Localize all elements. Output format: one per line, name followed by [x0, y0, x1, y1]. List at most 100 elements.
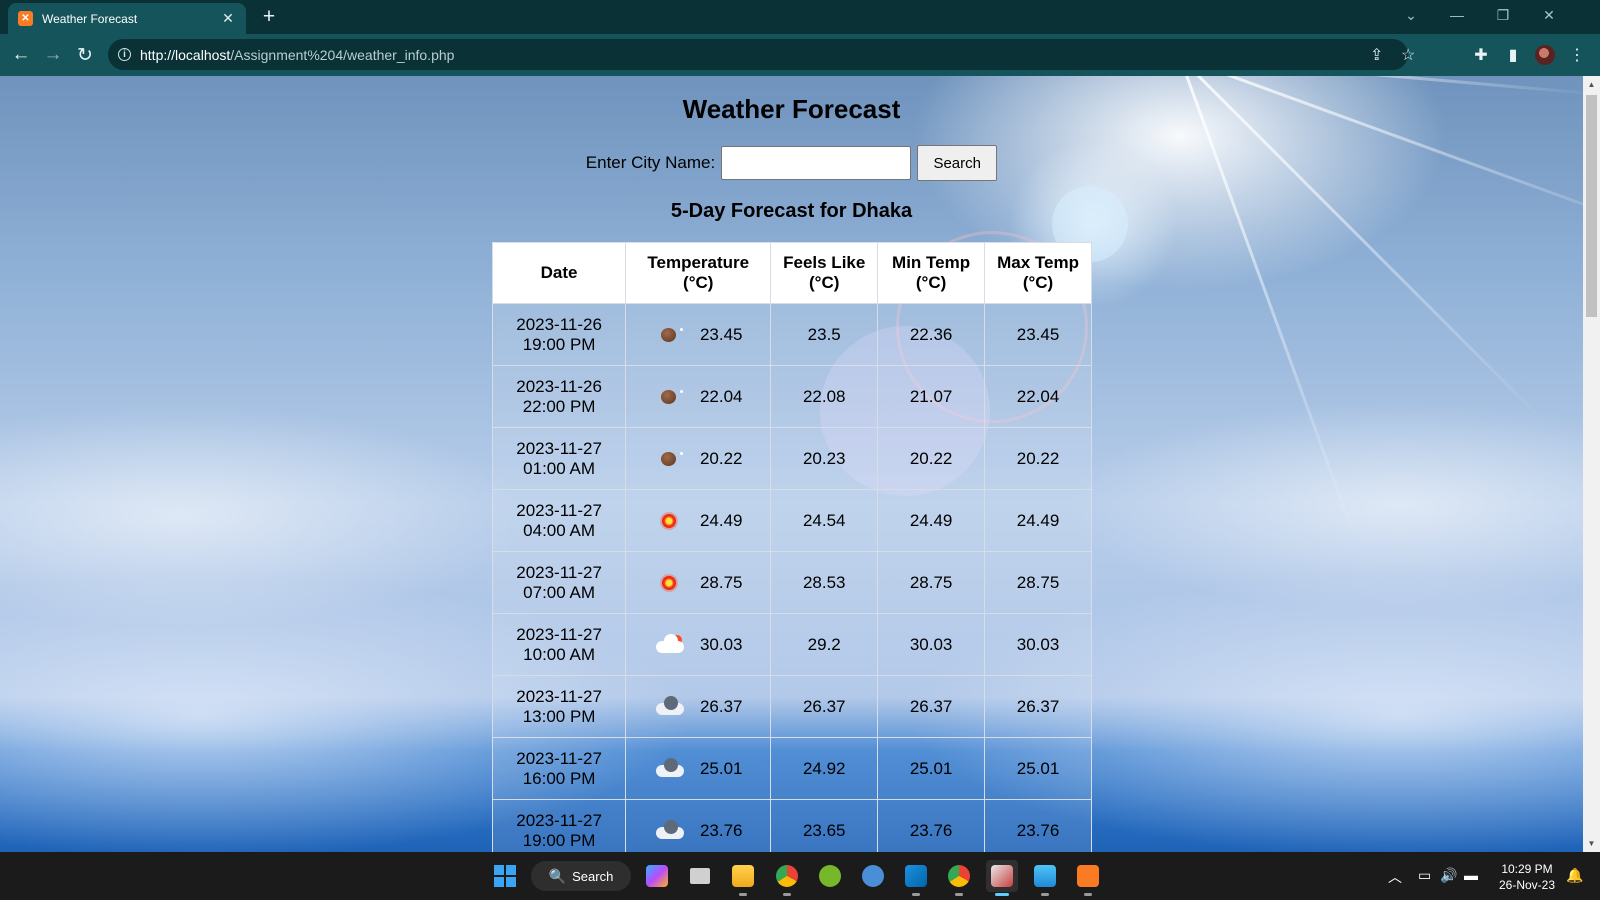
temperature-cell: 23.76 — [625, 799, 772, 852]
taskbar-app-vscode[interactable] — [900, 860, 932, 896]
new-tab-icon[interactable]: + — [256, 4, 282, 30]
temperature-cell: 26.37 — [625, 675, 772, 738]
windows-logo-icon — [494, 865, 516, 887]
date-cell: 2023-11-26 22:00 PM — [491, 365, 627, 428]
clouds-icon — [654, 757, 684, 780]
task-view-icon — [690, 868, 710, 884]
taskbar-search[interactable]: 🔍 Search — [531, 861, 631, 891]
table-row: 2023-11-27 07:00 AM 28.75 28.53 28.75 28.… — [491, 551, 1092, 614]
chrome-icon — [776, 865, 798, 887]
forward-arrow-icon[interactable]: → — [39, 41, 67, 69]
copilot-icon — [646, 865, 668, 887]
min-temp-cell: 20.22 — [877, 427, 986, 490]
table-row: 2023-11-26 22:00 PM 22.04 22.08 21.07 22.… — [491, 365, 1092, 428]
scroll-down-arrow-icon[interactable]: ▼ — [1583, 835, 1600, 852]
profile-avatar[interactable] — [1531, 41, 1559, 69]
reload-icon[interactable]: ↻ — [71, 41, 99, 69]
date-cell: 2023-11-27 04:00 AM — [491, 489, 627, 552]
min-temp-cell: 21.07 — [877, 365, 986, 428]
feels-like-cell: 24.92 — [770, 737, 879, 800]
feels-like-cell: 23.5 — [770, 303, 879, 366]
site-info-icon[interactable]: i — [118, 48, 131, 61]
taskbar-app-chrome-profile[interactable] — [943, 860, 975, 896]
city-name-input[interactable] — [721, 146, 912, 180]
taskbar-app-chrome[interactable] — [771, 860, 803, 896]
table-row: 2023-11-27 04:00 AM 24.49 24.54 24.49 24.… — [491, 489, 1092, 552]
cloud-sun-icon — [654, 633, 684, 656]
tab-search-chevron-icon[interactable]: ⌄ — [1388, 0, 1434, 30]
side-panel-icon[interactable]: ▮ — [1499, 41, 1527, 69]
taskbar-app-task-view[interactable] — [684, 860, 716, 892]
bookmark-star-icon[interactable]: ☆ — [1401, 45, 1415, 65]
taskbar-app-notepad[interactable] — [1029, 860, 1061, 896]
max-temp-cell: 23.45 — [984, 303, 1092, 366]
chrome-icon — [948, 865, 970, 887]
extensions-puzzle-icon[interactable]: ✚ — [1467, 41, 1495, 69]
temperature-cell: 20.22 — [625, 427, 772, 490]
table-row: 2023-11-27 19:00 PM 23.76 23.65 23.76 23.… — [491, 799, 1092, 852]
max-temp-cell: 30.03 — [984, 613, 1092, 676]
utorrent-icon — [819, 865, 841, 887]
max-temp-cell: 24.49 — [984, 489, 1092, 552]
battery-icon[interactable]: ▬ — [1464, 867, 1478, 883]
sun-ray — [1178, 76, 1549, 427]
temperature-cell: 24.49 — [625, 489, 772, 552]
taskbar-app-xampp[interactable] — [1072, 860, 1104, 896]
address-bar[interactable]: i http://localhost/Assignment%204/weathe… — [108, 39, 1415, 70]
search-form: Enter City Name: Search — [0, 145, 1583, 181]
moon-icon — [654, 386, 684, 408]
taskbar-app-copilot[interactable] — [641, 860, 673, 892]
notifications-bell-icon[interactable]: 🔔 — [1566, 867, 1583, 884]
minimize-icon[interactable]: — — [1434, 0, 1480, 30]
sun-icon — [654, 572, 684, 594]
show-hidden-icons-chevron-icon[interactable]: ︿ — [1388, 867, 1402, 887]
table-row: 2023-11-27 16:00 PM 25.01 24.92 25.01 25.… — [491, 737, 1092, 800]
temperature-cell: 23.45 — [625, 303, 772, 366]
forecast-table: Date Temperature (°C) Feels Like (°C) Min … — [491, 242, 1092, 852]
snipping-tool-icon — [991, 865, 1013, 887]
min-temp-cell: 25.01 — [877, 737, 986, 800]
tab-title: Weather Forecast — [42, 11, 138, 26]
max-temp-cell: 23.76 — [984, 799, 1092, 852]
tab-strip: ✕ Weather Forecast ✕ + ⌄ — ❐ ✕ — [0, 0, 1600, 34]
header-feels-like: Feels Like (°C) — [770, 242, 879, 304]
feels-like-cell: 20.23 — [770, 427, 879, 490]
restore-icon[interactable]: ❐ — [1480, 0, 1526, 30]
share-icon[interactable]: ⇪ — [1370, 45, 1383, 65]
taskbar-app-qbittorrent[interactable] — [857, 860, 889, 892]
date-cell: 2023-11-27 10:00 AM — [491, 613, 627, 676]
table-row: 2023-11-27 01:00 AM 20.22 20.23 20.22 20.… — [491, 427, 1092, 490]
back-arrow-icon[interactable]: ← — [7, 41, 35, 69]
header-max-temp: Max Temp (°C) — [984, 242, 1092, 304]
table-row: 2023-11-26 19:00 PM 23.45 23.5 22.36 23.4… — [491, 303, 1092, 366]
taskbar: 🔍 Search ︿ ▭ 🔊 ▬ 10:29 PM 26-Nov-23 🔔 — [0, 852, 1600, 900]
feels-like-cell: 23.65 — [770, 799, 879, 852]
max-temp-cell: 25.01 — [984, 737, 1092, 800]
sun-icon — [654, 510, 684, 532]
min-temp-cell: 26.37 — [877, 675, 986, 738]
start-button[interactable] — [489, 860, 521, 892]
temperature-cell: 30.03 — [625, 613, 772, 676]
scrollbar-thumb[interactable] — [1586, 95, 1597, 317]
url-text[interactable]: http://localhost/Assignment%204/weather_… — [140, 47, 454, 63]
network-icon[interactable]: ▭ — [1418, 867, 1431, 884]
taskbar-app-utorrent[interactable] — [814, 860, 846, 892]
scroll-up-arrow-icon[interactable]: ▲ — [1583, 76, 1600, 93]
clouds-icon — [654, 819, 684, 842]
folder-icon — [732, 865, 754, 887]
taskbar-app-snipping-tool[interactable] — [986, 860, 1018, 896]
volume-icon[interactable]: 🔊 — [1440, 867, 1457, 884]
taskbar-clock[interactable]: 10:29 PM 26-Nov-23 — [1492, 861, 1562, 893]
menu-kebab-icon[interactable]: ⋮ — [1563, 41, 1591, 69]
tab-close-icon[interactable]: ✕ — [220, 10, 236, 27]
table-row: 2023-11-27 13:00 PM 26.37 26.37 26.37 26.… — [491, 675, 1092, 738]
close-window-icon[interactable]: ✕ — [1526, 0, 1572, 30]
tab-weather-forecast[interactable]: ✕ Weather Forecast ✕ — [8, 3, 246, 34]
min-temp-cell: 22.36 — [877, 303, 986, 366]
max-temp-cell: 22.04 — [984, 365, 1092, 428]
browser-toolbar: ← → ↻ i http://localhost/Assignment%204/… — [0, 34, 1600, 76]
taskbar-app-file-explorer[interactable] — [727, 860, 759, 896]
page-title: Weather Forecast — [682, 94, 901, 124]
search-button[interactable]: Search — [917, 145, 998, 181]
page-scrollbar[interactable]: ▲ ▼ — [1583, 76, 1600, 852]
